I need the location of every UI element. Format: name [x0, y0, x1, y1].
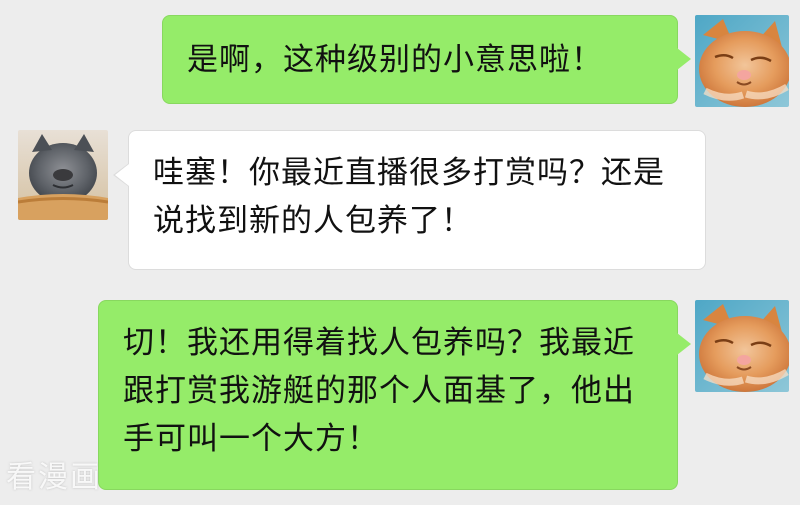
message-text: 哇塞！你最近直播很多打赏吗？还是说找到新的人包养了！: [153, 155, 665, 239]
message-bubble-outgoing-1[interactable]: 是啊，这种级别的小意思啦！: [162, 15, 691, 104]
orange-cat-avatar[interactable]: [695, 300, 789, 392]
message-text: 是啊，这种级别的小意思啦！: [187, 42, 603, 78]
gray-cat-avatar-image: [18, 130, 108, 220]
gray-cat-avatar[interactable]: [18, 130, 108, 220]
message-bubble-incoming-1[interactable]: 哇塞！你最近直播很多打赏吗？还是说找到新的人包养了！: [113, 130, 706, 270]
watermark-logo: 看漫画: [6, 460, 102, 495]
orange-cat-avatar-image: [695, 300, 789, 392]
orange-cat-avatar[interactable]: [695, 15, 789, 107]
chat-window: 是啊，这种级别的小意思啦！ 哇塞！你最近直播很多打赏吗？还是说找到新的人包养了！…: [0, 0, 800, 505]
message-bubble-outgoing-2[interactable]: 切！我还用得着找人包养吗？我最近跟打赏我游艇的那个人面基了，他出手可叫一个大方！: [98, 300, 691, 490]
message-text: 切！我还用得着找人包养吗？我最近跟打赏我游艇的那个人面基了，他出手可叫一个大方！: [123, 325, 635, 457]
orange-cat-avatar-image: [695, 15, 789, 107]
